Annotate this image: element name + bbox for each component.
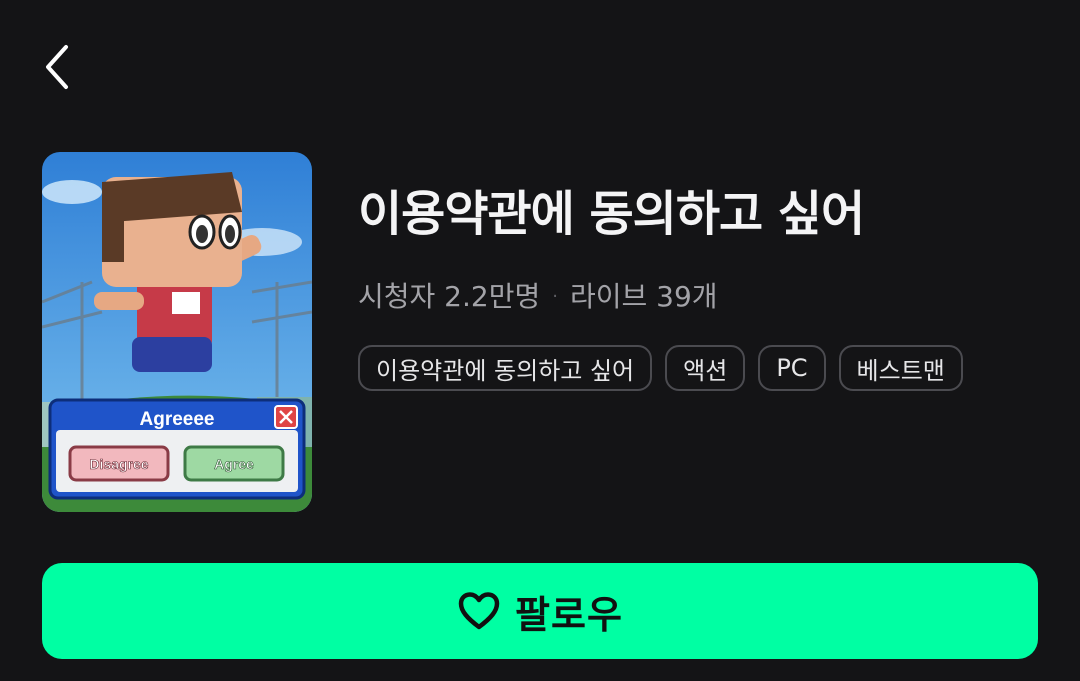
stats-separator: · [552,286,558,307]
back-button[interactable] [30,40,84,94]
tag-chip-action[interactable]: 액션 [665,345,746,391]
tag-chip-game-title[interactable]: 이용약관에 동의하고 싶어 [358,345,653,391]
tag-list: 이용약관에 동의하고 싶어 액션 PC 베스트맨 [358,345,963,391]
follow-button[interactable]: 팔로우 [42,563,1038,659]
game-title: 이용약관에 동의하고 싶어 [358,186,865,242]
dialog-disagree-label: Disagree [89,456,148,472]
follow-label: 팔로우 [515,592,623,637]
tag-chip-pc[interactable]: PC [758,345,826,391]
dialog-agree-label: Agree [214,456,254,472]
viewer-count: 시청자 2.2만명 [358,280,541,313]
chevron-left-icon [46,45,68,89]
dialog-title: Agreeee [140,409,215,430]
game-thumbnail: Agreeee Disagree Agree [42,152,312,512]
game-stats: 시청자 2.2만명 · 라이브 39개 [358,280,718,314]
tag-chip-bestman[interactable]: 베스트맨 [838,345,963,391]
heart-outline-icon [458,592,500,630]
live-count: 라이브 39개 [569,280,718,313]
